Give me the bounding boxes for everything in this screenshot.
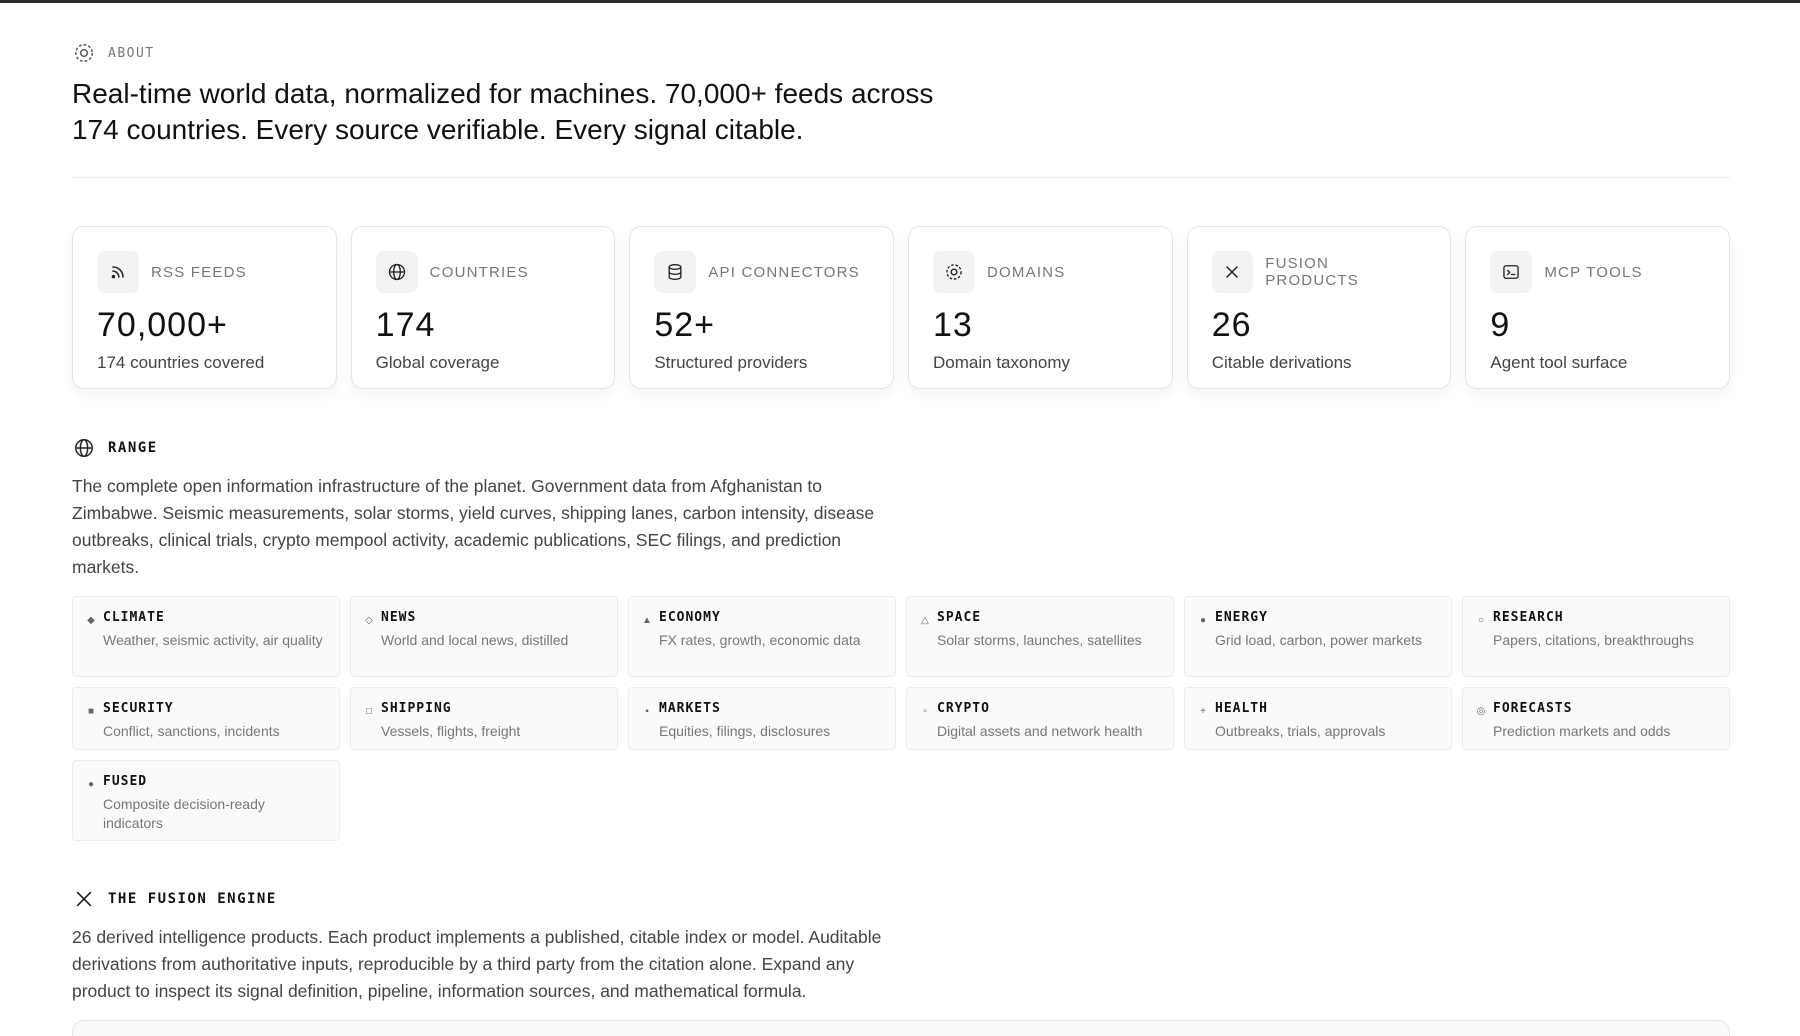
domain-name: CLIMATE <box>103 610 165 625</box>
domain-card-crypto: ▫ CRYPTO Digital assets and network heal… <box>906 687 1174 750</box>
domain-name: NEWS <box>381 610 417 625</box>
domain-description: Conflict, sanctions, incidents <box>103 723 280 739</box>
stat-label: RSS FEEDS <box>151 263 247 281</box>
diamond-outline-icon: ◇ <box>365 615 373 626</box>
domain-description: Vessels, flights, freight <box>381 723 521 739</box>
stat-subtitle: Domain taxonomy <box>933 353 1071 372</box>
stat-value: 26 <box>1211 306 1252 344</box>
circle-icon: ● <box>87 779 95 790</box>
domain-card-health: + HEALTH Outbreaks, trials, approvals <box>1184 687 1452 750</box>
stat-card-mcp-tools: MCP TOOLS 9 Agent tool surface <box>1465 226 1731 389</box>
stat-label: DOMAINS <box>987 263 1066 281</box>
domain-name: MARKETS <box>659 701 721 716</box>
stat-label: COUNTRIES <box>429 263 529 281</box>
stat-subtitle: Structured providers <box>654 353 808 372</box>
domain-name: ENERGY <box>1215 610 1268 625</box>
stat-card-fusion-products: FUSION PRODUCTS 26 Citable derivations <box>1186 226 1452 389</box>
domain-card-energy: ● ENERGY Grid load, carbon, power market… <box>1184 596 1452 677</box>
globe-icon <box>72 436 96 460</box>
circle-outline-icon: ○ <box>1477 615 1485 626</box>
domain-description: Digital assets and network health <box>937 723 1143 739</box>
stat-subtitle: Global coverage <box>375 353 500 372</box>
stat-value: 9 <box>1490 306 1511 344</box>
stats-row: RSS FEEDS 70,000+ 174 countries covered … <box>72 226 1731 389</box>
target-icon <box>933 251 976 293</box>
domain-name: SPACE <box>937 610 982 625</box>
domain-card-forecasts: ◎ FORECASTS Prediction markets and odds <box>1462 687 1730 750</box>
stat-value: 52+ <box>654 306 716 344</box>
top-border <box>0 0 1800 3</box>
domain-card-research: ○ RESEARCH Papers, citations, breakthrou… <box>1462 596 1730 677</box>
diamond-icon: ◆ <box>87 615 95 626</box>
terminal-icon <box>1490 251 1533 293</box>
range-description: The complete open information infrastruc… <box>72 476 875 577</box>
plus-icon: + <box>1200 706 1206 717</box>
rss-icon <box>97 251 139 293</box>
stat-label: FUSION PRODUCTS <box>1265 255 1359 289</box>
circle-icon: ● <box>1199 615 1207 626</box>
database-icon <box>654 251 697 293</box>
domain-name: ECONOMY <box>659 610 721 625</box>
domain-description: World and local news, distilled <box>381 632 569 648</box>
range-section-header: RANGE <box>72 436 158 460</box>
domain-description: Solar storms, launches, satellites <box>937 632 1142 648</box>
domain-name: FORECASTS <box>1493 701 1573 716</box>
domain-description: Papers, citations, breakthroughs <box>1493 632 1694 648</box>
stat-label: MCP TOOLS <box>1544 263 1643 281</box>
domain-card-economy: ▲ ECONOMY FX rates, growth, economic dat… <box>628 596 896 677</box>
page-headline: Real-time world data, normalized for mac… <box>72 78 934 145</box>
stat-subtitle: 174 countries covered <box>97 353 265 372</box>
domain-name: SECURITY <box>103 701 174 716</box>
small-square-outline-icon: ▫ <box>923 706 927 717</box>
domain-grid: ◆ CLIMATE Weather, seismic activity, air… <box>72 596 1730 841</box>
stat-card-api-connectors: API CONNECTORS 52+ Structured providers <box>629 226 895 389</box>
about-label: ABOUT <box>108 45 155 61</box>
fusion-product-list[interactable] <box>72 1020 1730 1036</box>
domain-name: FUSED <box>103 774 148 789</box>
triangle-outline-icon: △ <box>921 615 929 626</box>
domain-card-security: ■ SECURITY Conflict, sanctions, incident… <box>72 687 340 750</box>
fusion-description: 26 derived intelligence products. Each p… <box>72 927 882 1001</box>
domain-card-climate: ◆ CLIMATE Weather, seismic activity, air… <box>72 596 340 677</box>
domain-card-news: ◇ NEWS World and local news, distilled <box>350 596 618 677</box>
stat-card-domains: DOMAINS 13 Domain taxonomy <box>908 226 1173 389</box>
square-icon: ■ <box>87 706 95 717</box>
globe-icon <box>375 251 418 293</box>
stat-value: 174 <box>375 306 436 344</box>
domain-card-shipping: □ SHIPPING Vessels, flights, freight <box>350 687 618 750</box>
domain-description: Composite decision-ready indicators <box>103 796 265 831</box>
range-label: RANGE <box>108 440 158 456</box>
stat-subtitle: Citable derivations <box>1211 353 1352 372</box>
stat-value: 13 <box>933 306 973 344</box>
small-square-icon: ▪ <box>645 706 649 717</box>
domain-name: RESEARCH <box>1493 610 1564 625</box>
domain-description: Grid load, carbon, power markets <box>1215 632 1422 648</box>
domain-description: Equities, filings, disclosures <box>659 723 831 739</box>
stat-value: 70,000+ <box>97 306 228 344</box>
stat-card-rss-feeds: RSS FEEDS 70,000+ 174 countries covered <box>72 226 337 389</box>
about-section-header: ABOUT <box>72 41 155 65</box>
domain-description: Prediction markets and odds <box>1493 723 1671 739</box>
target-icon <box>72 41 96 65</box>
stat-card-countries: COUNTRIES 174 Global coverage <box>350 226 616 389</box>
domain-description: Weather, seismic activity, air quality <box>103 632 323 648</box>
domain-card-markets: ▪ MARKETS Equities, filings, disclosures <box>628 687 896 750</box>
stat-label: API CONNECTORS <box>708 263 860 281</box>
domain-name: HEALTH <box>1215 701 1268 716</box>
fusion-label: THE FUSION ENGINE <box>108 891 277 907</box>
fusion-icon <box>72 887 96 911</box>
triangle-icon: ▲ <box>642 615 652 626</box>
fusion-icon <box>1211 251 1254 293</box>
domain-description: FX rates, growth, economic data <box>659 632 861 648</box>
stat-subtitle: Agent tool surface <box>1490 353 1628 372</box>
square-outline-icon: □ <box>365 706 373 717</box>
domain-name: SHIPPING <box>381 701 452 716</box>
bullseye-icon: ◎ <box>1476 706 1486 717</box>
domain-card-space: △ SPACE Solar storms, launches, satellit… <box>906 596 1174 677</box>
fusion-section-header: THE FUSION ENGINE <box>72 887 277 911</box>
divider <box>72 177 1730 178</box>
domain-description: Outbreaks, trials, approvals <box>1215 723 1386 739</box>
domain-card-fused: ● FUSED Composite decision-ready indicat… <box>72 760 340 841</box>
domain-name: CRYPTO <box>937 701 990 716</box>
